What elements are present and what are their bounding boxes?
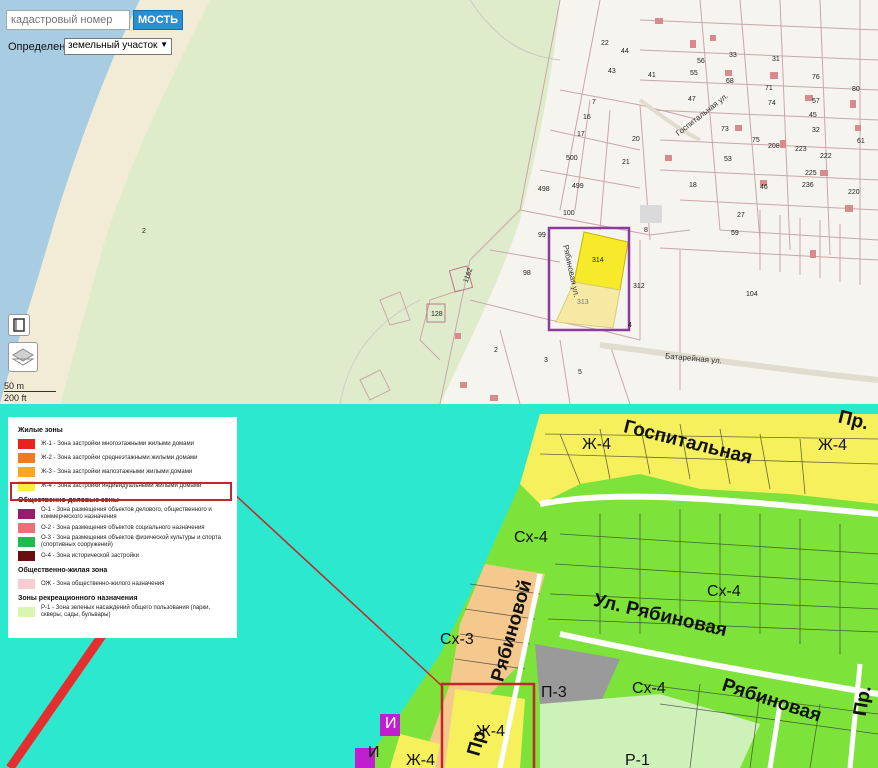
- legend-item: О-2 - Зона размещения объектов социально…: [18, 521, 227, 535]
- legend-swatch: [18, 551, 35, 561]
- legend-swatch: [18, 537, 35, 547]
- zone-label: Р-1: [625, 752, 650, 768]
- zone-label: Сх-4: [514, 529, 548, 546]
- legend-item-text: О-2 - Зона размещения объектов социально…: [41, 524, 205, 531]
- zone-label: И: [368, 744, 380, 761]
- legend-item: О-4 - Зона исторической застройки: [18, 549, 227, 563]
- zone-label: Ж-4: [582, 436, 611, 453]
- legend-swatch: [18, 579, 35, 589]
- zone-label: П-3: [541, 684, 567, 701]
- legend-swatch: [18, 467, 35, 477]
- legend-swatch: [18, 509, 35, 519]
- legend-item-text: ОЖ - Зона общественно-жилого назначения: [41, 580, 165, 587]
- legend-highlight-box: [10, 482, 232, 501]
- connector-line: [231, 491, 443, 687]
- legend-item: О-1 - Зона размещения объектов делового,…: [18, 507, 227, 521]
- legend-item: О-3 - Зона размещения объектов физическо…: [18, 535, 227, 549]
- zone-label: Сх-4: [632, 680, 666, 697]
- legend-item: Р-1 - Зона зеленых насаждений общего пол…: [18, 605, 227, 619]
- legend-item-text: Ж-2 - Зона застройки среднеэтажными жилы…: [41, 454, 198, 461]
- map-screenshot: МОСТЬ Определение: земельный участок ▼ 5…: [0, 0, 878, 768]
- zone-label: И: [385, 715, 397, 732]
- legend-swatch: [18, 523, 35, 533]
- legend-item: ОЖ - Зона общественно-жилого назначения: [18, 577, 227, 591]
- legend-item: Ж-2 - Зона застройки среднеэтажными жилы…: [18, 451, 227, 465]
- legend-item-text: Ж-3 - Зона застройки малоэтажными жилыми…: [41, 468, 193, 475]
- legend-item-text: О-4 - Зона исторической застройки: [41, 552, 140, 559]
- legend-swatch: [18, 607, 35, 617]
- legend-item: Ж-3 - Зона застройки малоэтажными жилыми…: [18, 465, 227, 479]
- zone-label: Сх-3: [440, 631, 474, 648]
- legend-item-text: О-3 - Зона размещения объектов физическо…: [41, 535, 221, 548]
- zone-label: Ж-4: [406, 752, 435, 768]
- legend-swatch: [18, 453, 35, 463]
- legend-item: Ж-1 - Зона застройки многоэтажными жилым…: [18, 437, 227, 451]
- legend-swatch: [18, 439, 35, 449]
- zone-label: Ж-4: [818, 437, 847, 454]
- zone-label: Сх-4: [707, 583, 741, 600]
- legend-group-title: Общественно-жилая зона: [18, 567, 108, 574]
- zoning-legend: Жилые зоны Ж-1 - Зона застройки многоэта…: [8, 417, 237, 638]
- legend-item-text: Р-1 - Зона зеленых насаждений общего пол…: [41, 605, 211, 618]
- legend-group-title: Зоны рекреационного назначения: [18, 595, 138, 602]
- legend-item-text: Ж-1 - Зона застройки многоэтажными жилым…: [41, 440, 194, 447]
- legend-item-text: О-1 - Зона размещения объектов делового,…: [41, 507, 212, 520]
- legend-group-title: Жилые зоны: [18, 427, 63, 434]
